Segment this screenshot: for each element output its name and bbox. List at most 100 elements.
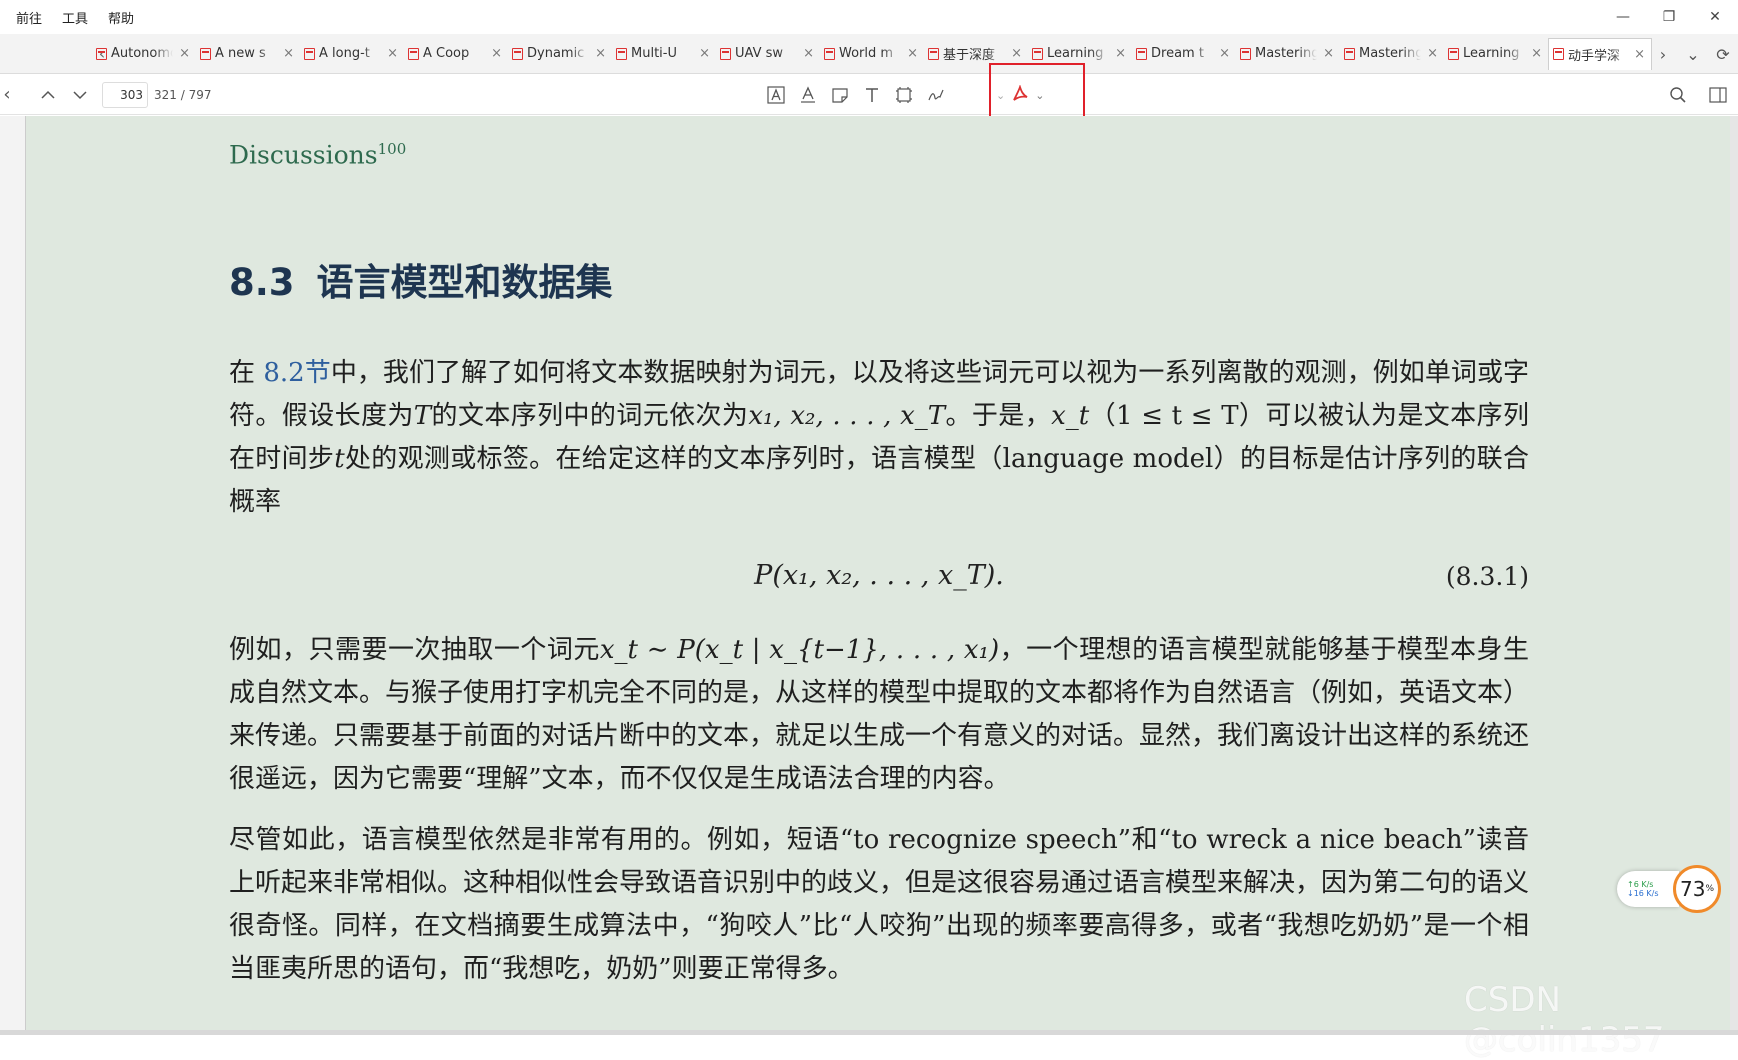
tab-document[interactable]: 动手学深 ×: [1548, 37, 1652, 70]
section-title-text: 语言模型和数据集: [316, 261, 613, 304]
page-navigator: 321 / 797: [102, 81, 212, 108]
watermark: CSDN @colin1357: [1464, 980, 1665, 1060]
section-title: 8.3 语言模型和数据集: [229, 252, 613, 306]
tab-label: Multi-U: [631, 46, 677, 61]
close-tab-icon[interactable]: ×: [803, 46, 816, 61]
pdf-file-icon: [408, 47, 419, 60]
tab-document[interactable]: UAV sw ×: [716, 39, 820, 69]
toolbar: ‹ 321 / 797: [0, 75, 1738, 115]
download-speed: ↓16 K/s: [1627, 889, 1659, 898]
text-highlight-icon[interactable]: [766, 85, 786, 105]
equation-joint-probability: P(x₁, x₂, . . . , x_T).: [754, 560, 1004, 591]
tab-document[interactable]: Mastering ×: [1340, 39, 1444, 69]
text-box-icon[interactable]: [862, 85, 882, 105]
paragraph-2: 例如，只需要一次抽取一个词元x_t ∼ P(x_t | x_{t−1}, . .…: [229, 629, 1529, 801]
tab-document[interactable]: World m ×: [820, 39, 924, 69]
para2-text-a: 例如，只需要一次抽取一个词元: [229, 635, 600, 665]
math-t: t: [334, 444, 345, 474]
search-icon[interactable]: [1658, 86, 1698, 104]
close-tab-icon[interactable]: ×: [283, 46, 296, 61]
refresh-icon[interactable]: ⟳: [1708, 45, 1738, 64]
close-window-button[interactable]: ✕: [1692, 0, 1738, 34]
para1-text-c: 。于是，: [945, 401, 1052, 431]
next-page-icon[interactable]: [70, 90, 90, 100]
para1-prefix: 在: [229, 358, 264, 388]
menu-tools[interactable]: 工具: [52, 8, 98, 27]
annotation-tools: [766, 75, 946, 115]
minimize-button[interactable]: —: [1600, 0, 1646, 34]
menu-go[interactable]: 前往: [6, 8, 52, 27]
left-gutter: [0, 116, 26, 1035]
discussions-footnote-ref[interactable]: 100: [378, 140, 407, 158]
tabbar-right: › ⌄ ⟳: [1648, 34, 1738, 74]
area-select-icon[interactable]: [894, 85, 914, 105]
discussions-link[interactable]: Discussions100: [229, 140, 406, 169]
text-underline-icon[interactable]: [798, 85, 818, 105]
upload-speed: ↑6 K/s: [1627, 880, 1654, 889]
back-chevron-icon[interactable]: ‹: [0, 84, 14, 105]
page-total: 321 / 797: [154, 87, 212, 102]
signature-icon[interactable]: [926, 85, 946, 105]
math-xt: x_t: [1051, 401, 1090, 431]
equation-number: (8.3.1): [1445, 562, 1529, 591]
restore-button[interactable]: ❐: [1646, 0, 1692, 34]
tab-scroll-right-icon[interactable]: ›: [1648, 45, 1678, 64]
pdf-file-icon: [96, 47, 107, 60]
close-tab-icon[interactable]: ×: [1531, 46, 1544, 61]
tab-label: 动手学深: [1568, 48, 1621, 64]
note-icon[interactable]: [830, 85, 850, 105]
toolbar-right: [1658, 75, 1738, 115]
tab-bar: ‹ Autonomous×A new s×A long-t×A Coop×Dyn…: [0, 34, 1738, 74]
pdf-file-icon: [1448, 47, 1459, 60]
pdf-file-icon: [824, 47, 835, 60]
close-tab-icon[interactable]: ×: [1634, 47, 1647, 62]
tab-document[interactable]: Dream t ×: [1132, 39, 1236, 69]
tab-document[interactable]: Multi-U ×: [612, 39, 716, 69]
close-tab-icon[interactable]: ×: [595, 46, 608, 61]
math-T: T: [413, 401, 432, 431]
tab-document[interactable]: Learning ×: [1444, 39, 1548, 69]
tab-document[interactable]: Mastering ×: [1236, 39, 1340, 69]
tab-document[interactable]: A Coop ×: [404, 39, 508, 69]
tab-document[interactable]: A new s ×: [196, 39, 300, 69]
window-controls: — ❐ ✕: [1600, 0, 1738, 34]
tab-label: Mastering: [1359, 46, 1421, 61]
close-tab-icon[interactable]: ×: [1115, 46, 1128, 61]
network-speeds: ↑6 K/s ↓16 K/s: [1617, 871, 1679, 907]
tab-label: A Coop: [423, 46, 470, 61]
tab-label: Learning: [1463, 46, 1520, 61]
menu-bar: 前往 工具 帮助 — ❐ ✕: [0, 0, 1738, 34]
pdf-file-icon: [1032, 47, 1043, 60]
close-tab-icon[interactable]: ×: [491, 46, 504, 61]
pdf-file-icon: [1553, 48, 1564, 60]
sidebar-toggle-icon[interactable]: [1698, 87, 1738, 103]
prev-page-icon[interactable]: [38, 90, 58, 100]
close-tab-icon[interactable]: ×: [387, 46, 400, 61]
close-tab-icon[interactable]: ×: [1011, 46, 1024, 61]
page-number-input[interactable]: [102, 81, 148, 108]
tab-label: A long-t: [319, 46, 370, 61]
menu-help[interactable]: 帮助: [98, 8, 144, 27]
close-tab-icon[interactable]: ×: [1323, 46, 1336, 61]
close-tab-icon[interactable]: ×: [1427, 46, 1440, 61]
tab-list-chevron-icon[interactable]: ⌄: [1678, 45, 1708, 64]
close-tab-icon[interactable]: ×: [699, 46, 712, 61]
pdf-file-icon: [304, 47, 315, 60]
section-link[interactable]: 8.2节: [263, 358, 330, 388]
tab-label: Autonomous: [111, 46, 173, 61]
math-sampling: x_t ∼ P(x_t | x_{t−1}, . . . , x₁): [599, 635, 1000, 665]
tab-document[interactable]: Autonomous ×: [92, 39, 196, 69]
tab-label: World m: [839, 46, 894, 61]
para1-text-e: 处的观测或标签。在给定这样的文本序列时，语言模型（language model）…: [229, 444, 1529, 517]
discussions-label: Discussions: [229, 140, 378, 170]
pdf-file-icon: [1240, 47, 1251, 60]
tab-document[interactable]: Dynamic ×: [508, 39, 612, 69]
tab-document[interactable]: A long-t ×: [300, 39, 404, 69]
tab-label: Dynamic: [527, 46, 585, 61]
network-speed-widget[interactable]: ↑6 K/s ↓16 K/s 73%: [1617, 865, 1727, 913]
close-tab-icon[interactable]: ×: [1219, 46, 1232, 61]
close-tab-icon[interactable]: ×: [907, 46, 920, 61]
paragraph-3: 尽管如此，语言模型依然是非常有用的。例如，短语“to recognize spe…: [229, 825, 1530, 984]
close-tab-icon[interactable]: ×: [179, 46, 192, 61]
usage-percent: 73: [1679, 877, 1706, 901]
